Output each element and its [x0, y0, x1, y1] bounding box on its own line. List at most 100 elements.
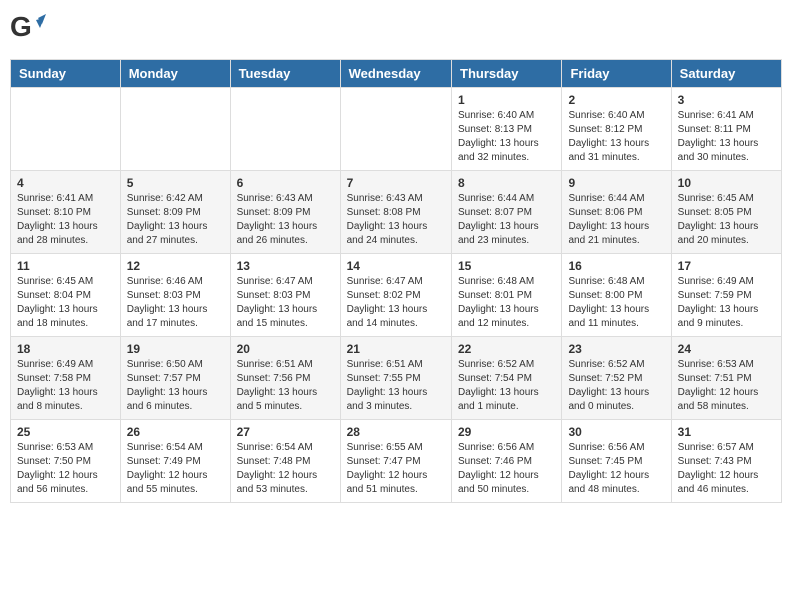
- empty-day-cell: [340, 88, 451, 171]
- calendar-day-cell: 16 Sunrise: 6:48 AM Sunset: 8:00 PM Dayli…: [562, 254, 671, 337]
- day-number: 11: [17, 259, 114, 273]
- calendar-day-cell: 24 Sunrise: 6:53 AM Sunset: 7:51 PM Dayli…: [671, 337, 781, 420]
- day-number: 26: [127, 425, 224, 439]
- calendar-day-cell: 28Sunrise: 6:55 AM Sunset: 7:47 PM Dayli…: [340, 420, 451, 503]
- day-info: Sunrise: 6:57 AM Sunset: 7:43 PM Dayligh…: [678, 441, 775, 497]
- calendar-week-row: 1 Sunrise: 6:40 AM Sunset: 8:13 PM Daylig…: [11, 88, 782, 171]
- calendar-day-cell: 29 Sunrise: 6:56 AM Sunset: 7:46 PM Dayli…: [452, 420, 562, 503]
- page-header: G: [10, 10, 782, 51]
- weekday-header-saturday: Saturday: [671, 60, 781, 88]
- weekday-header-row: SundayMondayTuesdayWednesdayThursdayFrid…: [11, 60, 782, 88]
- day-number: 22: [458, 342, 555, 356]
- calendar-day-cell: 3 Sunrise: 6:41 AM Sunset: 8:11 PM Daylig…: [671, 88, 781, 171]
- day-number: 1: [458, 93, 555, 107]
- day-number: 17: [678, 259, 775, 273]
- day-number: 4: [17, 176, 114, 190]
- day-number: 2: [568, 93, 664, 107]
- calendar-day-cell: 12Sunrise: 6:46 AM Sunset: 8:03 PM Dayli…: [120, 254, 230, 337]
- day-info: Sunrise: 6:50 AM Sunset: 7:57 PM Dayligh…: [127, 358, 224, 414]
- day-info: Sunrise: 6:51 AM Sunset: 7:55 PM Dayligh…: [347, 358, 445, 414]
- day-number: 19: [127, 342, 224, 356]
- calendar-week-row: 11Sunrise: 6:45 AM Sunset: 8:04 PM Dayli…: [11, 254, 782, 337]
- calendar-day-cell: 7 Sunrise: 6:43 AM Sunset: 8:08 PM Daylig…: [340, 171, 451, 254]
- calendar-week-row: 4 Sunrise: 6:41 AM Sunset: 8:10 PM Daylig…: [11, 171, 782, 254]
- day-number: 8: [458, 176, 555, 190]
- day-number: 15: [458, 259, 555, 273]
- calendar-day-cell: 17 Sunrise: 6:49 AM Sunset: 7:59 PM Dayli…: [671, 254, 781, 337]
- calendar-day-cell: 8Sunrise: 6:44 AM Sunset: 8:07 PM Daylig…: [452, 171, 562, 254]
- day-number: 30: [568, 425, 664, 439]
- day-info: Sunrise: 6:54 AM Sunset: 7:48 PM Dayligh…: [237, 441, 334, 497]
- day-number: 28: [347, 425, 445, 439]
- calendar-day-cell: 26 Sunrise: 6:54 AM Sunset: 7:49 PM Dayli…: [120, 420, 230, 503]
- logo: G: [10, 10, 50, 51]
- day-number: 23: [568, 342, 664, 356]
- day-number: 25: [17, 425, 114, 439]
- day-number: 27: [237, 425, 334, 439]
- calendar-day-cell: 15 Sunrise: 6:48 AM Sunset: 8:01 PM Dayli…: [452, 254, 562, 337]
- empty-day-cell: [11, 88, 121, 171]
- day-number: 29: [458, 425, 555, 439]
- day-number: 24: [678, 342, 775, 356]
- day-number: 20: [237, 342, 334, 356]
- day-info: Sunrise: 6:41 AM Sunset: 8:10 PM Dayligh…: [17, 192, 114, 248]
- day-info: Sunrise: 6:56 AM Sunset: 7:45 PM Dayligh…: [568, 441, 664, 497]
- day-info: Sunrise: 6:47 AM Sunset: 8:03 PM Dayligh…: [237, 275, 334, 331]
- calendar-day-cell: 21Sunrise: 6:51 AM Sunset: 7:55 PM Dayli…: [340, 337, 451, 420]
- calendar-day-cell: 1 Sunrise: 6:40 AM Sunset: 8:13 PM Daylig…: [452, 88, 562, 171]
- calendar-day-cell: 11Sunrise: 6:45 AM Sunset: 8:04 PM Dayli…: [11, 254, 121, 337]
- calendar-day-cell: 31 Sunrise: 6:57 AM Sunset: 7:43 PM Dayli…: [671, 420, 781, 503]
- day-info: Sunrise: 6:47 AM Sunset: 8:02 PM Dayligh…: [347, 275, 445, 331]
- calendar-day-cell: 9 Sunrise: 6:44 AM Sunset: 8:06 PM Daylig…: [562, 171, 671, 254]
- day-info: Sunrise: 6:53 AM Sunset: 7:50 PM Dayligh…: [17, 441, 114, 497]
- calendar-day-cell: 27 Sunrise: 6:54 AM Sunset: 7:48 PM Dayli…: [230, 420, 340, 503]
- day-number: 14: [347, 259, 445, 273]
- day-info: Sunrise: 6:52 AM Sunset: 7:54 PM Dayligh…: [458, 358, 555, 414]
- day-info: Sunrise: 6:42 AM Sunset: 8:09 PM Dayligh…: [127, 192, 224, 248]
- calendar-day-cell: 10 Sunrise: 6:45 AM Sunset: 8:05 PM Dayli…: [671, 171, 781, 254]
- day-info: Sunrise: 6:49 AM Sunset: 7:59 PM Dayligh…: [678, 275, 775, 331]
- day-number: 9: [568, 176, 664, 190]
- calendar-day-cell: 2 Sunrise: 6:40 AM Sunset: 8:12 PM Daylig…: [562, 88, 671, 171]
- day-info: Sunrise: 6:52 AM Sunset: 7:52 PM Dayligh…: [568, 358, 664, 414]
- calendar-week-row: 18Sunrise: 6:49 AM Sunset: 7:58 PM Dayli…: [11, 337, 782, 420]
- day-number: 6: [237, 176, 334, 190]
- day-number: 16: [568, 259, 664, 273]
- weekday-header-wednesday: Wednesday: [340, 60, 451, 88]
- calendar-week-row: 25 Sunrise: 6:53 AM Sunset: 7:50 PM Dayli…: [11, 420, 782, 503]
- day-info: Sunrise: 6:53 AM Sunset: 7:51 PM Dayligh…: [678, 358, 775, 414]
- day-number: 12: [127, 259, 224, 273]
- calendar-day-cell: 22 Sunrise: 6:52 AM Sunset: 7:54 PM Dayli…: [452, 337, 562, 420]
- day-info: Sunrise: 6:43 AM Sunset: 8:09 PM Dayligh…: [237, 192, 334, 248]
- weekday-header-monday: Monday: [120, 60, 230, 88]
- day-info: Sunrise: 6:48 AM Sunset: 8:01 PM Dayligh…: [458, 275, 555, 331]
- calendar-day-cell: 5Sunrise: 6:42 AM Sunset: 8:09 PM Daylig…: [120, 171, 230, 254]
- calendar-day-cell: 25 Sunrise: 6:53 AM Sunset: 7:50 PM Dayli…: [11, 420, 121, 503]
- day-info: Sunrise: 6:51 AM Sunset: 7:56 PM Dayligh…: [237, 358, 334, 414]
- weekday-header-friday: Friday: [562, 60, 671, 88]
- day-info: Sunrise: 6:40 AM Sunset: 8:12 PM Dayligh…: [568, 109, 664, 165]
- calendar-day-cell: 30 Sunrise: 6:56 AM Sunset: 7:45 PM Dayli…: [562, 420, 671, 503]
- logo-icon: G: [10, 10, 46, 51]
- day-info: Sunrise: 6:41 AM Sunset: 8:11 PM Dayligh…: [678, 109, 775, 165]
- calendar-day-cell: 14 Sunrise: 6:47 AM Sunset: 8:02 PM Dayli…: [340, 254, 451, 337]
- day-number: 7: [347, 176, 445, 190]
- day-info: Sunrise: 6:48 AM Sunset: 8:00 PM Dayligh…: [568, 275, 664, 331]
- svg-text:G: G: [10, 11, 32, 42]
- day-info: Sunrise: 6:54 AM Sunset: 7:49 PM Dayligh…: [127, 441, 224, 497]
- day-info: Sunrise: 6:45 AM Sunset: 8:05 PM Dayligh…: [678, 192, 775, 248]
- day-info: Sunrise: 6:44 AM Sunset: 8:06 PM Dayligh…: [568, 192, 664, 248]
- calendar-day-cell: 18Sunrise: 6:49 AM Sunset: 7:58 PM Dayli…: [11, 337, 121, 420]
- day-number: 10: [678, 176, 775, 190]
- day-number: 13: [237, 259, 334, 273]
- weekday-header-sunday: Sunday: [11, 60, 121, 88]
- weekday-header-tuesday: Tuesday: [230, 60, 340, 88]
- day-info: Sunrise: 6:56 AM Sunset: 7:46 PM Dayligh…: [458, 441, 555, 497]
- calendar-day-cell: 13 Sunrise: 6:47 AM Sunset: 8:03 PM Dayli…: [230, 254, 340, 337]
- day-number: 31: [678, 425, 775, 439]
- day-info: Sunrise: 6:40 AM Sunset: 8:13 PM Dayligh…: [458, 109, 555, 165]
- day-info: Sunrise: 6:43 AM Sunset: 8:08 PM Dayligh…: [347, 192, 445, 248]
- calendar-day-cell: 4 Sunrise: 6:41 AM Sunset: 8:10 PM Daylig…: [11, 171, 121, 254]
- day-number: 3: [678, 93, 775, 107]
- calendar-day-cell: 23 Sunrise: 6:52 AM Sunset: 7:52 PM Dayli…: [562, 337, 671, 420]
